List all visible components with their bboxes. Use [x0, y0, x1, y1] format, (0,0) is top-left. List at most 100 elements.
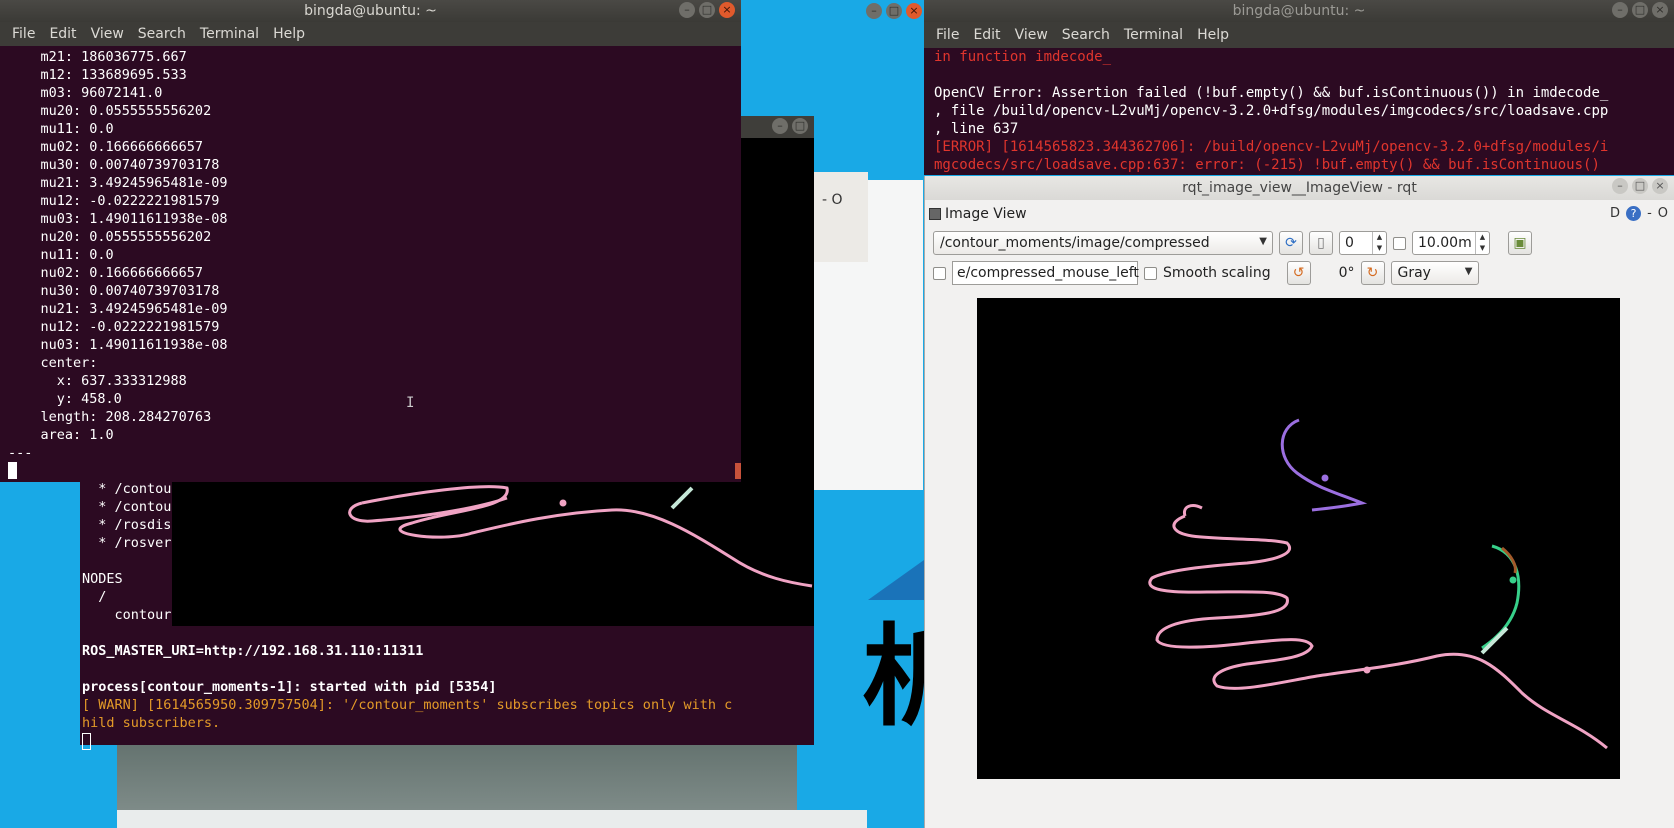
scrollbar-thumb[interactable]: [735, 463, 741, 479]
terminal-window-error[interactable]: bingda@ubuntu: ~ – □ × File Edit View Se…: [924, 0, 1674, 175]
terminal-line: center:: [8, 355, 98, 371]
spin-arrows-icon[interactable]: ▲ ▼: [1475, 232, 1489, 254]
close-icon[interactable]: ×: [906, 3, 922, 19]
menu-terminal[interactable]: Terminal: [200, 26, 259, 42]
terminal-line: ---: [8, 445, 33, 461]
help-icon[interactable]: ?: [1626, 206, 1642, 221]
minimize-icon[interactable]: –: [679, 2, 695, 18]
menu-view[interactable]: View: [91, 26, 124, 42]
close-icon[interactable]: ×: [1652, 2, 1668, 18]
terminal-line: mu12: -0.0222221981579: [8, 193, 220, 209]
terminal-titlebar[interactable]: bingda@ubuntu: ~ – □ ×: [924, 0, 1674, 22]
error-line: [ERROR] [1614565823.344362706]: /build/o…: [934, 139, 1609, 155]
minimize-icon[interactable]: –: [866, 3, 882, 19]
menu-edit[interactable]: Edit: [49, 26, 76, 42]
window-controls: – □ ×: [679, 2, 735, 18]
max-range-checkbox[interactable]: [1393, 236, 1406, 250]
terminal-line: nu30: 0.00740739703178: [8, 283, 220, 299]
max-range-value: 10.00m: [1418, 235, 1472, 251]
menu-edit[interactable]: Edit: [973, 27, 1000, 43]
terminal-line: mu03: 1.49011611938e-08: [8, 211, 228, 227]
terminal-line: OpenCV Error: Assertion failed (!buf.emp…: [934, 85, 1609, 101]
menu-help[interactable]: Help: [1197, 27, 1229, 43]
hand-contour: [361, 485, 813, 588]
topic-select-value: /contour_moments/image/compressed: [940, 235, 1210, 251]
menu-search[interactable]: Search: [138, 26, 186, 42]
terminal-menubar: File Edit View Search Terminal Help: [0, 22, 741, 46]
close-icon[interactable]: ×: [1652, 178, 1668, 194]
terminal-line: y: 458.0: [8, 391, 122, 407]
plugin-icon: [929, 208, 941, 220]
terminal-line: mu11: 0.0: [8, 121, 114, 137]
terminal-line: m03: 96072141.0: [8, 85, 163, 101]
minimize-icon[interactable]: –: [1612, 178, 1628, 194]
close-icon[interactable]: ×: [719, 2, 735, 18]
terminal-output: in function imdecode_ OpenCV Error: Asse…: [924, 48, 1674, 174]
zoom-spinbox[interactable]: 0 ▲ ▼: [1339, 231, 1387, 255]
menu-terminal[interactable]: Terminal: [1124, 27, 1183, 43]
background-window-controls: – □ ×: [866, 3, 922, 19]
plugin-controls: D ? - O: [1610, 206, 1668, 221]
colormap-select[interactable]: Gray ▼: [1390, 261, 1479, 285]
terminal-line: mu21: 3.49245965481e-09: [8, 175, 228, 191]
menu-file[interactable]: File: [936, 27, 959, 43]
hand-contour: [1182, 504, 1203, 517]
rotation-label: 0°: [1338, 265, 1355, 281]
menu-view[interactable]: View: [1015, 27, 1048, 43]
spin-arrows-icon[interactable]: ▲ ▼: [1372, 232, 1386, 254]
terminal-window-rostopic[interactable]: bingda@ubuntu: ~ – □ × File Edit View Se…: [0, 0, 741, 482]
terminal-line: in function imdecode_: [934, 49, 1112, 65]
dock-button[interactable]: D: [1610, 206, 1620, 221]
maximize-icon[interactable]: □: [886, 3, 902, 19]
rotate-right-icon[interactable]: ↻: [1360, 261, 1385, 285]
image-display[interactable]: [977, 298, 1620, 779]
terminal-menubar: File Edit View Search Terminal Help: [924, 22, 1674, 48]
rqt-image-view-window[interactable]: rqt_image_view__ImageView - rqt – □ × Im…: [924, 176, 1674, 828]
minimize-icon[interactable]: –: [772, 118, 788, 134]
text-cursor-icon: I: [406, 395, 415, 411]
mouse-topic-field[interactable]: e/compressed_mouse_left: [952, 261, 1139, 285]
zoom-spinbox-value: 0: [1345, 235, 1354, 251]
maximize-icon[interactable]: □: [1632, 178, 1648, 194]
purple-contour: [1280, 418, 1368, 512]
rqt-titlebar[interactable]: rqt_image_view__ImageView - rqt – □ ×: [925, 176, 1674, 200]
topic-select[interactable]: /contour_moments/image/compressed ▼: [933, 231, 1273, 255]
ros-master-uri: ROS_MASTER_URI=http://192.168.31.110:113…: [82, 643, 424, 659]
terminal-line: nu11: 0.0: [8, 247, 114, 263]
window-controls: – □ ×: [1612, 178, 1668, 194]
warning-line: [ WARN] [1614565950.309757504]: '/contou…: [82, 697, 733, 713]
hand-contour-center: [1363, 666, 1371, 674]
terminal-titlebar[interactable]: bingda@ubuntu: ~ – □ ×: [0, 0, 741, 22]
smooth-scaling-checkbox[interactable]: [1144, 266, 1157, 280]
terminal-line: length: 208.284270763: [8, 409, 212, 425]
zoom-fit-icon[interactable]: ▯: [1309, 231, 1333, 255]
maximize-icon[interactable]: □: [699, 2, 715, 18]
publish-mouse-checkbox[interactable]: [933, 266, 946, 280]
contour-center-point: [559, 499, 567, 507]
window-title: bingda@ubuntu: ~: [1232, 3, 1366, 19]
terminal-line: m12: 133689695.533: [8, 67, 187, 83]
maximize-icon[interactable]: □: [1632, 2, 1648, 18]
maximize-icon[interactable]: □: [792, 118, 808, 134]
terminal-line: , file /build/opencv-L2vuMj/opencv-3.2.0…: [934, 103, 1609, 119]
menu-search[interactable]: Search: [1062, 27, 1110, 43]
options-toolbar: e/compressed_mouse_left Smooth scaling ↺…: [925, 258, 1674, 288]
desktop-strip: [117, 810, 867, 828]
topic-toolbar: /contour_moments/image/compressed ▼ ⟳ ▯ …: [925, 228, 1674, 258]
chevron-down-icon: ▼: [1259, 236, 1267, 247]
minimize-icon[interactable]: –: [1612, 2, 1628, 18]
max-range-spinbox[interactable]: 10.00m ▲ ▼: [1412, 231, 1490, 255]
menu-file[interactable]: File: [12, 26, 35, 42]
contour-image: [1148, 418, 1608, 750]
window-controls: – □ ×: [1612, 2, 1668, 18]
menu-help[interactable]: Help: [273, 26, 305, 42]
close-plugin-button[interactable]: O: [1658, 206, 1668, 221]
save-image-icon[interactable]: ▣: [1508, 231, 1532, 255]
refresh-icon[interactable]: ⟳: [1279, 231, 1303, 255]
process-started-line: process[contour_moments-1]: started with…: [82, 679, 497, 695]
terminal-line: area: 1.0: [8, 427, 114, 443]
minimize-plugin-button[interactable]: -: [1647, 206, 1652, 221]
terminal-cursor: [8, 462, 17, 479]
rotate-left-icon[interactable]: ↺: [1286, 261, 1311, 285]
warning-line: hild subscribers.: [82, 715, 221, 731]
